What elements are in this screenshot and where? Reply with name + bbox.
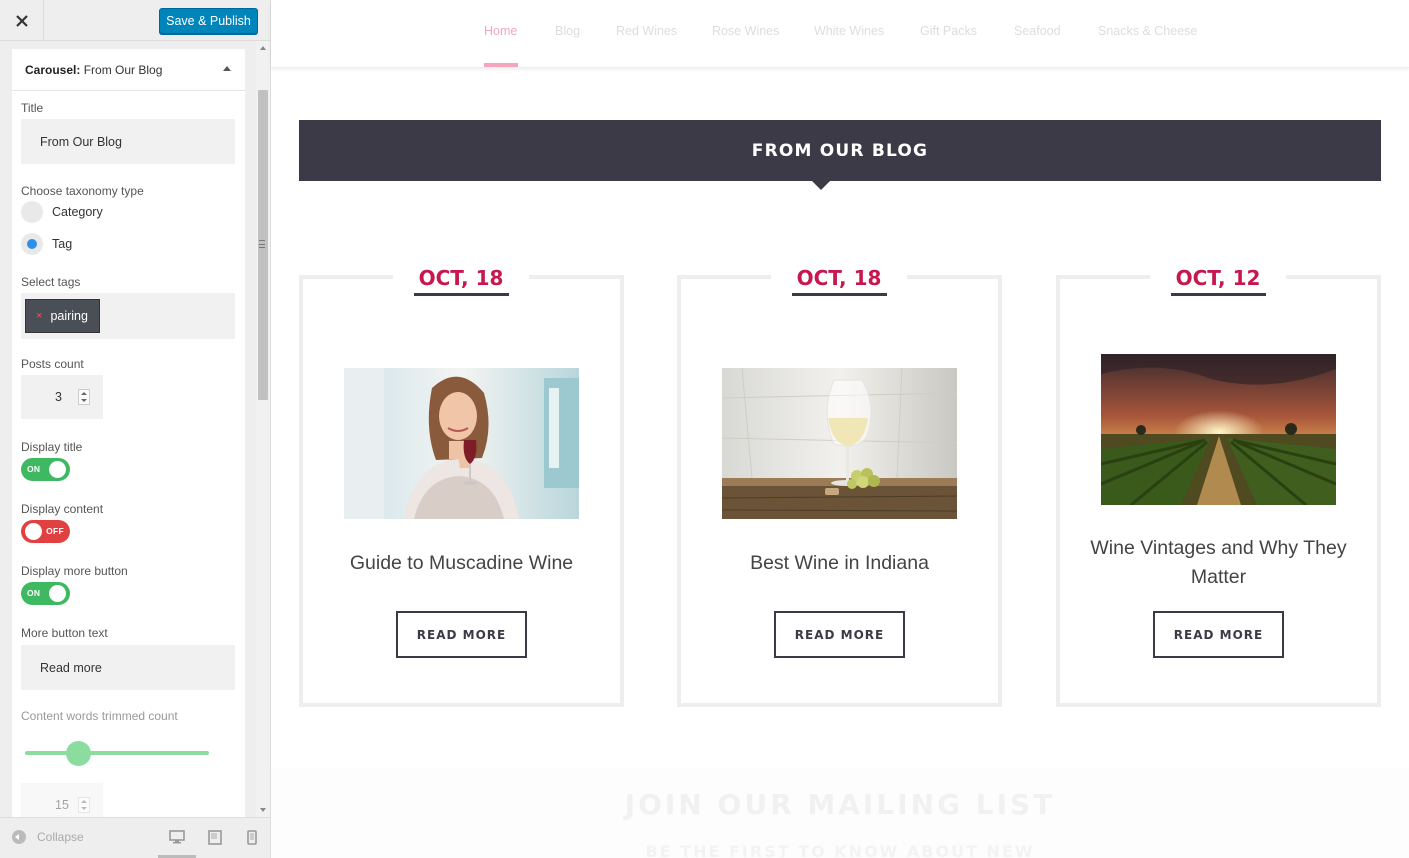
scroll-down-icon[interactable] [260, 808, 266, 812]
trim-slider-track[interactable] [25, 751, 209, 755]
collapse-button[interactable]: Collapse [12, 830, 84, 844]
tag-label: pairing [50, 309, 88, 323]
panel-header: Save & Publish [0, 0, 270, 41]
posts-count-label: Posts count [21, 357, 84, 371]
stepper-icon[interactable] [78, 797, 90, 813]
trim-count-value: 15 [55, 798, 69, 812]
blog-card: OCT, 18 [299, 267, 624, 707]
section-header[interactable]: Carousel: From Our Blog [12, 49, 245, 91]
toggle-knob [49, 585, 66, 602]
display-more-label: Display more button [21, 564, 128, 578]
post-title[interactable]: Guide to Muscadine Wine [323, 549, 600, 578]
post-date-wrap: OCT, 12 [1150, 267, 1286, 301]
nav-item-red-wines[interactable]: Red Wines [616, 24, 677, 38]
remove-tag-icon[interactable]: × [36, 310, 42, 322]
read-more-button[interactable]: READ MORE [774, 611, 905, 658]
post-date-wrap: OCT, 18 [393, 267, 529, 301]
white-wine-glass-image[interactable] [722, 368, 957, 519]
posts-count-input[interactable]: 3 [21, 375, 103, 419]
toggle-state: OFF [46, 526, 64, 536]
nav-item-white-wines[interactable]: White Wines [814, 24, 884, 38]
tablet-icon[interactable] [208, 830, 222, 845]
scroll-up-icon[interactable] [260, 46, 266, 50]
post-date-wrap: OCT, 18 [771, 267, 907, 301]
date-underline [413, 293, 509, 296]
blog-card: OCT, 18 [677, 267, 1002, 707]
select-tags-label: Select tags [21, 275, 81, 289]
radio-tag-label: Tag [52, 237, 73, 251]
panel-scrollbar[interactable] [256, 41, 270, 817]
mailing-title: JOIN OUR MAILING LIST [624, 788, 1056, 821]
read-more-button[interactable]: READ MORE [396, 611, 527, 658]
radio-category-label: Category [52, 205, 103, 219]
date-underline [791, 293, 887, 296]
mobile-icon[interactable] [247, 830, 257, 845]
radio-tag[interactable] [21, 233, 43, 255]
post-date: OCT, 18 [418, 266, 504, 290]
title-input[interactable]: From Our Blog [21, 119, 235, 164]
trim-slider-handle[interactable] [66, 741, 91, 766]
toggle-state: ON [27, 464, 41, 474]
site-navigation: Home Blog Red Wines Rose Wines White Win… [271, 0, 1409, 68]
radio-category[interactable] [21, 201, 43, 223]
toggle-state: ON [27, 588, 41, 598]
blog-heading-banner: FROM OUR BLOG [299, 120, 1381, 181]
woman-with-red-wine-image[interactable] [344, 368, 579, 519]
mailing-list-section: JOIN OUR MAILING LIST BE THE FIRST TO KN… [271, 768, 1409, 858]
nav-item-blog[interactable]: Blog [555, 24, 580, 38]
vineyard-sunset-image[interactable] [1101, 354, 1336, 505]
save-publish-button[interactable]: Save & Publish [159, 8, 258, 34]
nav-item-rose-wines[interactable]: Rose Wines [712, 24, 779, 38]
post-date: OCT, 12 [1175, 266, 1261, 290]
scroll-grip-icon [259, 240, 265, 248]
close-button[interactable] [0, 0, 44, 41]
post-title[interactable]: Best Wine in Indiana [701, 549, 978, 578]
display-more-toggle[interactable]: ON [21, 582, 70, 605]
panel-scroll-area: Carousel: From Our Blog Title From Our B… [0, 41, 271, 817]
posts-count-value: 3 [55, 390, 62, 404]
collapse-icon [12, 830, 26, 844]
site-preview: Home Blog Red Wines Rose Wines White Win… [271, 0, 1409, 858]
display-title-toggle[interactable]: ON [21, 458, 70, 481]
read-more-button[interactable]: READ MORE [1153, 611, 1284, 658]
stepper-icon[interactable] [78, 389, 90, 405]
tag-chip[interactable]: × pairing [25, 299, 100, 333]
post-date: OCT, 18 [796, 266, 882, 290]
blog-heading: FROM OUR BLOG [751, 140, 929, 161]
panel-footer: Collapse [0, 817, 270, 858]
customizer-panel: Save & Publish Carousel: From Our Blog T… [0, 0, 271, 858]
trim-count-input[interactable]: 15 [21, 783, 103, 817]
tags-select[interactable]: × pairing [21, 293, 235, 339]
trim-count-label: Content words trimmed count [21, 709, 178, 723]
taxonomy-label: Choose taxonomy type [21, 184, 144, 198]
title-label: Title [21, 101, 44, 115]
widget-form: Carousel: From Our Blog Title From Our B… [12, 49, 245, 817]
more-text-input[interactable]: Read more [21, 645, 235, 690]
section-title: Carousel: From Our Blog [25, 63, 162, 77]
banner-pointer [812, 181, 830, 190]
section-type: Carousel: [25, 63, 81, 77]
toggle-knob [49, 461, 66, 478]
display-content-label: Display content [21, 502, 104, 516]
nav-item-seafood[interactable]: Seafood [1014, 24, 1061, 38]
date-underline [1170, 293, 1266, 296]
nav-item-snacks-cheese[interactable]: Snacks & Cheese [1098, 24, 1197, 38]
active-nav-indicator [484, 63, 518, 67]
post-title[interactable]: Wine Vintages and Why They Matter [1080, 534, 1357, 592]
collapse-section-icon[interactable] [223, 66, 231, 71]
more-text-label: More button text [21, 626, 108, 640]
display-title-label: Display title [21, 440, 83, 454]
close-icon [15, 14, 28, 27]
toggle-knob [25, 523, 42, 540]
mailing-subtitle: BE THE FIRST TO KNOW ABOUT NEW [645, 842, 1035, 858]
desktop-icon[interactable] [169, 830, 185, 844]
collapse-label: Collapse [37, 830, 84, 844]
nav-item-home[interactable]: Home [484, 24, 517, 38]
display-content-toggle[interactable]: OFF [21, 520, 70, 543]
section-name: From Our Blog [83, 63, 163, 77]
nav-item-gift-packs[interactable]: Gift Packs [920, 24, 977, 38]
blog-card: OCT, 12 Wine Vintages and Why They Matte… [1056, 267, 1381, 707]
